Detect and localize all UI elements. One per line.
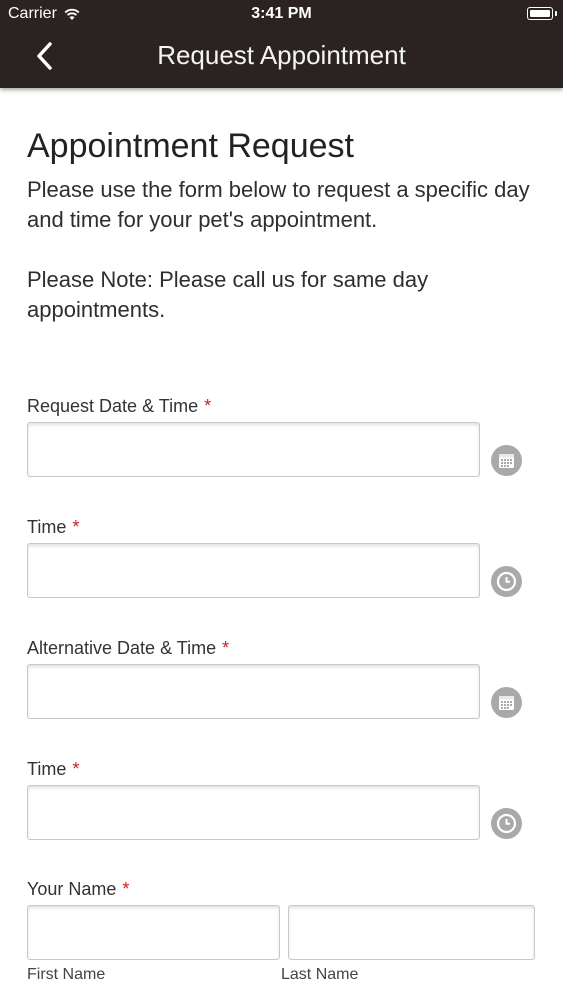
alternative-date-label-text: Alternative Date & Time (27, 638, 217, 658)
required-mark: * (72, 759, 80, 779)
first-name-input[interactable] (27, 905, 280, 960)
calendar-icon (499, 454, 514, 468)
request-date-label-text: Request Date & Time (27, 396, 199, 416)
first-name-sublabel: First Name (27, 966, 106, 983)
calendar-icon (499, 696, 514, 710)
alternative-time-input[interactable] (27, 785, 480, 840)
note-text: Please Note: Please call us for same day… (27, 267, 429, 322)
alternative-date-picker-button[interactable] (491, 687, 522, 718)
battery-icon (527, 7, 557, 20)
alternative-time-picker-button[interactable] (491, 808, 522, 839)
clock-icon (496, 571, 517, 592)
request-time-picker-button[interactable] (491, 566, 522, 597)
alternative-time-label-text: Time (27, 759, 67, 779)
status-bar: Carrier 3:41 PM (0, 0, 563, 30)
alternative-date-input[interactable] (27, 664, 480, 719)
required-mark: * (72, 517, 80, 537)
status-time: 3:41 PM (251, 5, 312, 22)
intro-text: Please use the form below to request a s… (27, 177, 530, 232)
your-name-label: Your Name * (27, 879, 129, 900)
your-name-label-text: Your Name (27, 879, 117, 899)
request-date-input[interactable] (27, 422, 480, 477)
required-mark: * (222, 638, 230, 658)
intro-section: Appointment Request Please use the form … (27, 125, 537, 325)
last-name-input[interactable] (288, 905, 535, 960)
request-date-label: Request Date & Time * (27, 396, 211, 417)
required-mark: * (122, 879, 130, 899)
request-time-input[interactable] (27, 543, 480, 598)
request-time-label: Time * (27, 517, 79, 538)
alternative-time-label: Time * (27, 759, 79, 780)
form-heading: Appointment Request (27, 127, 354, 165)
required-mark: * (204, 396, 212, 416)
request-time-label-text: Time (27, 517, 67, 537)
navigation-bar: Carrier 3:41 PM Request Appointment (0, 0, 563, 88)
page-title: Request Appointment (157, 40, 406, 70)
last-name-sublabel: Last Name (281, 966, 359, 983)
request-date-picker-button[interactable] (491, 445, 522, 476)
clock-icon (496, 813, 517, 834)
alternative-date-label: Alternative Date & Time * (27, 638, 229, 659)
